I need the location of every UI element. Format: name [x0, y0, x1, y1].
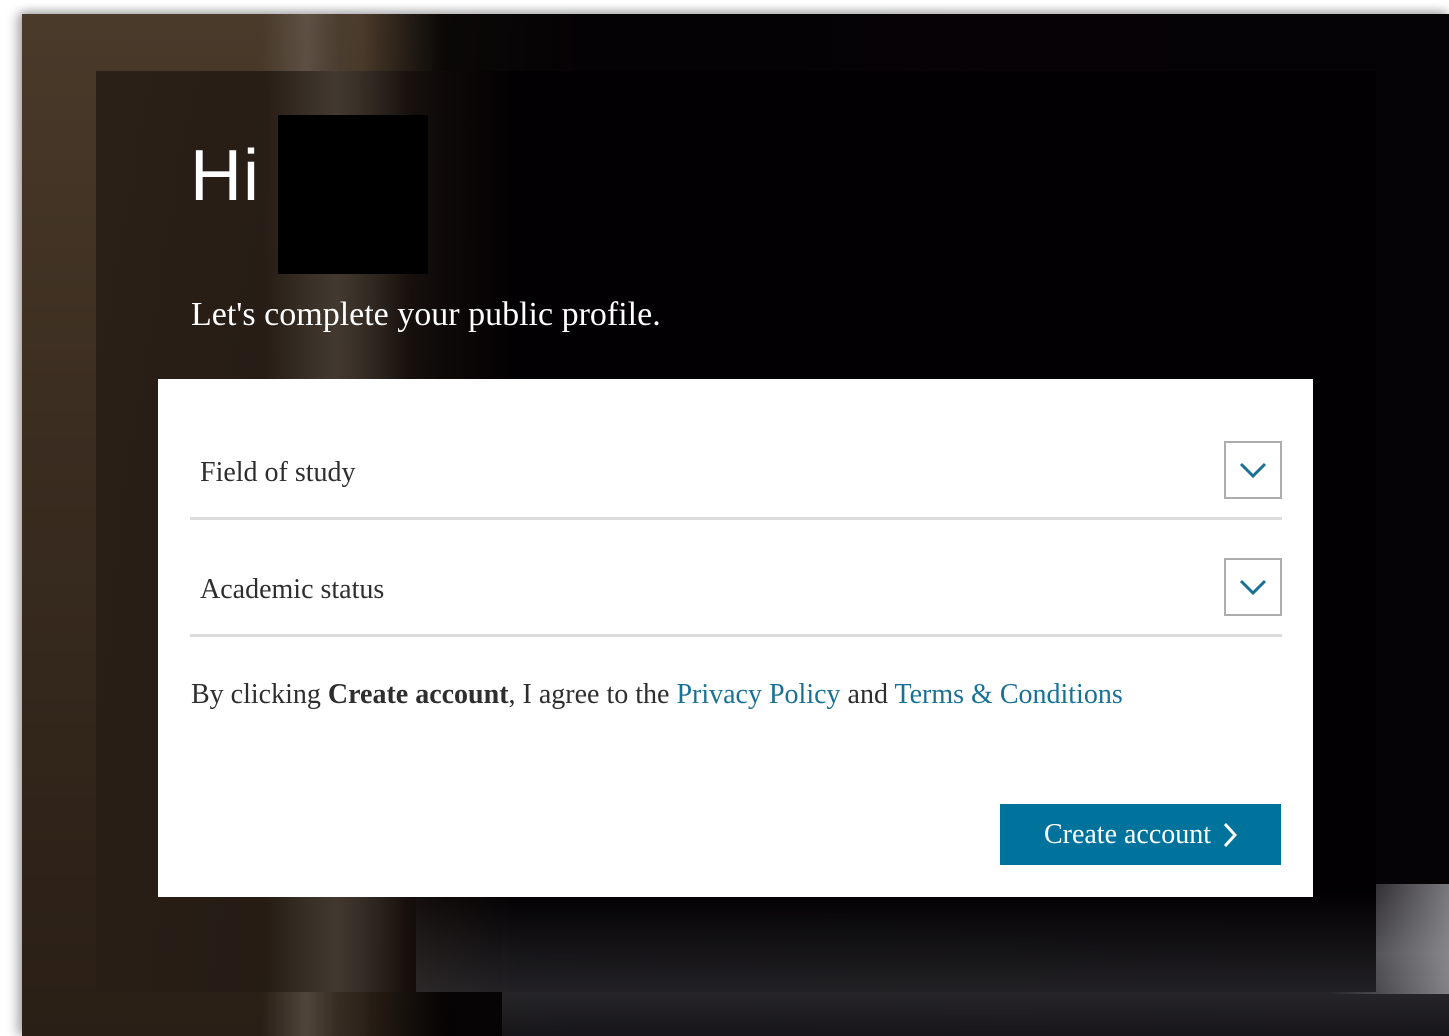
consent-text: By clicking Create account, I agree to t…: [191, 679, 1123, 711]
chevron-right-icon: [1223, 822, 1238, 847]
terms-conditions-link[interactable]: Terms & Conditions: [894, 679, 1122, 710]
academic-status-label: Academic status: [200, 574, 385, 605]
page-subtitle: Let's complete your public profile.: [191, 296, 661, 333]
redacted-name: [278, 115, 428, 274]
profile-form-card: Field of study Academic status By clicki…: [158, 379, 1313, 897]
consent-middle: , I agree to the: [508, 679, 677, 710]
consent-and: and: [840, 679, 895, 710]
panel-bottom-glow: [416, 892, 1376, 992]
academic-status-dropdown-button[interactable]: [1224, 558, 1282, 616]
chevron-down-icon: [1239, 579, 1267, 596]
greeting-heading: Hi: [190, 136, 260, 216]
create-account-label: Create account: [1043, 818, 1212, 850]
field-of-study-dropdown-button[interactable]: [1224, 441, 1282, 499]
chevron-down-icon: [1239, 462, 1267, 479]
field-of-study-select[interactable]: Field of study: [190, 441, 1282, 520]
academic-status-select[interactable]: Academic status: [190, 558, 1282, 637]
create-account-button[interactable]: Create account: [1000, 804, 1281, 865]
consent-bold: Create account: [327, 679, 509, 710]
field-of-study-label: Field of study: [200, 457, 356, 488]
privacy-policy-link[interactable]: Privacy Policy: [676, 679, 840, 710]
consent-prefix: By clicking: [191, 679, 328, 710]
